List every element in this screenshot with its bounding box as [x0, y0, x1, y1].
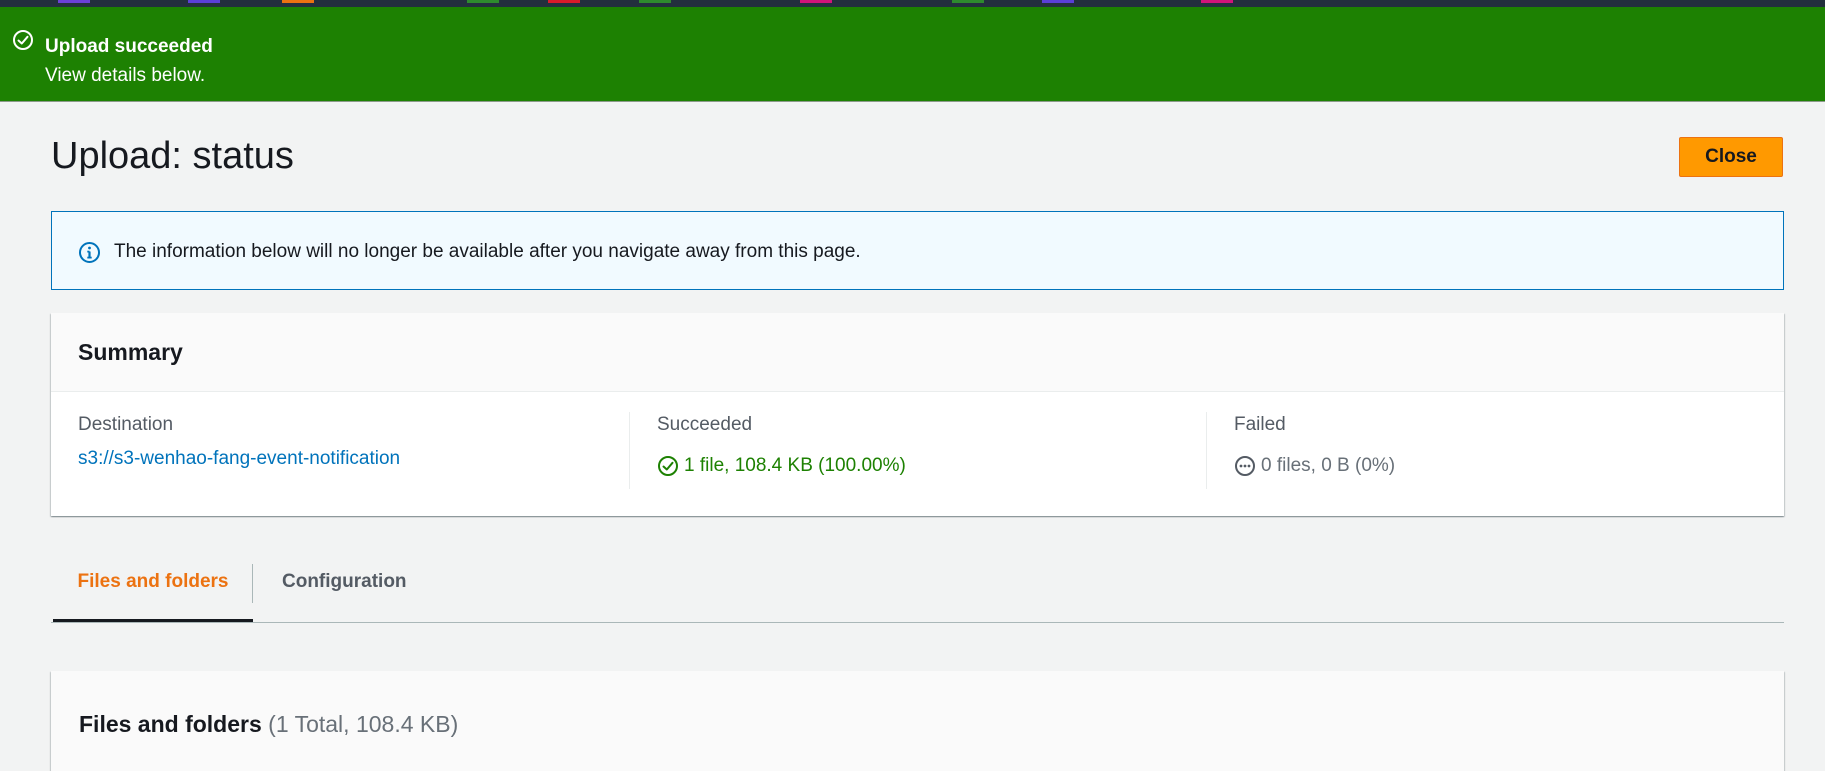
ellipsis-circle-icon [1234, 455, 1261, 477]
files-and-folders-panel: Files and folders (1 Total, 108.4 KB) [51, 671, 1784, 771]
succeeded-status: 1 file, 108.4 KB (100.00%) [657, 454, 906, 478]
check-circle-icon [12, 29, 34, 51]
strip-segment [1042, 0, 1074, 3]
tab-bar: Files and folders Configuration [51, 552, 1784, 623]
strip-segment [639, 0, 671, 3]
failed-value: 0 files, 0 B (0%) [1261, 455, 1396, 476]
strip-segment [952, 0, 984, 3]
files-panel-title: Files and folders [79, 711, 262, 737]
info-alert: The information below will no longer be … [51, 211, 1784, 290]
failed-status: 0 files, 0 B (0%) [1234, 454, 1395, 478]
strip-segment [467, 0, 499, 3]
info-alert-text: The information below will no longer be … [114, 241, 861, 262]
close-button[interactable]: Close [1679, 137, 1783, 177]
strip-segment [548, 0, 580, 3]
success-flashbar: Upload succeeded View details below. [0, 7, 1825, 102]
files-panel-count: (1 Total, 108.4 KB) [268, 711, 459, 737]
strip-segment [800, 0, 832, 3]
summary-title: Summary [78, 339, 183, 365]
strip-segment [282, 0, 314, 3]
tab-files-and-folders[interactable]: Files and folders [53, 552, 253, 622]
check-circle-icon [657, 455, 684, 477]
succeeded-value: 1 file, 108.4 KB (100.00%) [684, 455, 906, 476]
strip-segment [58, 0, 90, 3]
failed-label: Failed [1234, 414, 1286, 435]
flash-message: View details below. [45, 65, 206, 86]
flash-title: Upload succeeded [45, 36, 213, 57]
summary-header: Summary [51, 313, 1784, 392]
info-icon [78, 241, 101, 264]
column-divider [629, 412, 630, 489]
column-divider [1206, 412, 1207, 489]
top-color-strip [0, 0, 1825, 7]
tab-separator [252, 564, 253, 603]
strip-segment [188, 0, 220, 3]
destination-label: Destination [78, 414, 174, 435]
files-panel-heading: Files and folders (1 Total, 108.4 KB) [79, 710, 458, 738]
page-title: Upload: status [51, 135, 294, 177]
destination-link[interactable]: s3://s3-wenhao-fang-event-notification [78, 447, 400, 471]
strip-segment [1201, 0, 1233, 3]
tab-configuration[interactable]: Configuration [282, 552, 407, 622]
summary-container: Summary Destination s3://s3-wenhao-fang-… [51, 313, 1784, 516]
succeeded-label: Succeeded [657, 414, 753, 435]
